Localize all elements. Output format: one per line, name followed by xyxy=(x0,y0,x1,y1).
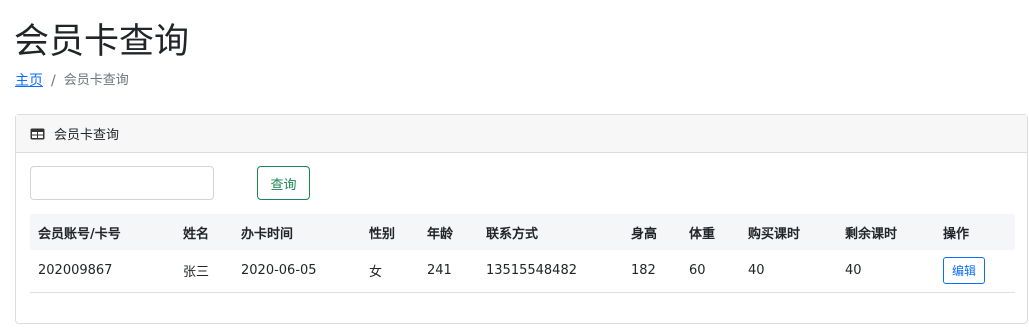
cell-remaining-hours: 40 xyxy=(845,263,862,279)
column-header-purchased-hours: 购买课时 xyxy=(748,226,801,242)
edit-button[interactable]: 编辑 xyxy=(943,257,985,285)
column-header-gender: 性别 xyxy=(369,226,396,242)
breadcrumb-current: 会员卡查询 xyxy=(63,73,129,88)
column-header-actions: 操作 xyxy=(943,226,970,242)
breadcrumb-home-link[interactable]: 主页 xyxy=(15,72,43,90)
query-button[interactable]: 查询 xyxy=(257,166,310,200)
member-card-table: 会员账号/卡号 姓名 办卡时间 性别 年龄 联系方式 身高 体重 购买课时 剩余… xyxy=(30,214,1015,293)
cell-height: 182 xyxy=(631,263,656,279)
card-header-title: 会员卡查询 xyxy=(54,128,120,143)
cell-purchased-hours: 40 xyxy=(748,263,765,279)
column-header-remaining-hours: 剩余课时 xyxy=(845,226,898,242)
column-header-date: 办卡时间 xyxy=(241,226,294,242)
cell-gender: 女 xyxy=(369,265,383,281)
breadcrumb: 主页 / 会员卡查询 xyxy=(15,72,129,90)
cell-age: 241 xyxy=(427,263,452,279)
card-header: 会员卡查询 xyxy=(16,115,1027,153)
cell-account: 202009867 xyxy=(38,263,113,279)
table-header-row: 会员账号/卡号 姓名 办卡时间 性别 年龄 联系方式 身高 体重 购买课时 剩余… xyxy=(30,214,1015,250)
column-header-account: 会员账号/卡号 xyxy=(38,226,121,242)
cell-phone: 13515548482 xyxy=(486,263,577,279)
column-header-weight: 体重 xyxy=(689,226,716,242)
table-icon xyxy=(30,128,45,140)
table-row: 202009867 张三 2020-06-05 女 241 1351554848… xyxy=(30,250,1015,292)
column-header-name: 姓名 xyxy=(183,226,210,242)
page: 会员卡查询 主页 / 会员卡查询 会员卡查询 查询 会员账号/卡号 姓名 办卡时… xyxy=(0,0,1029,328)
cell-name: 张三 xyxy=(183,265,210,281)
search-input[interactable] xyxy=(30,166,214,200)
cell-actions: 编辑 xyxy=(935,250,1015,292)
breadcrumb-separator: / xyxy=(51,73,56,89)
page-title: 会员卡查询 xyxy=(14,22,190,62)
cell-weight: 60 xyxy=(689,263,706,279)
column-header-height: 身高 xyxy=(631,226,658,242)
query-card: 会员卡查询 查询 会员账号/卡号 姓名 办卡时间 性别 年龄 联系方式 身高 体… xyxy=(15,114,1028,324)
column-header-age: 年龄 xyxy=(427,226,454,242)
column-header-phone: 联系方式 xyxy=(486,226,539,242)
cell-date: 2020-06-05 xyxy=(241,263,317,279)
